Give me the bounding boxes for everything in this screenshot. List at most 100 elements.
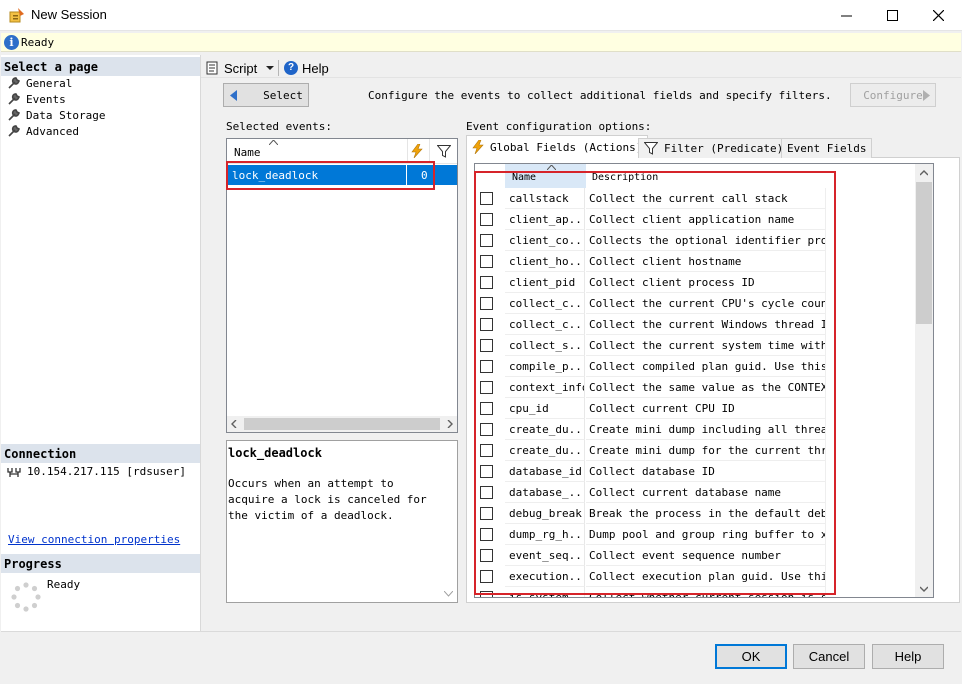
scrollbar-thumb[interactable] xyxy=(916,182,932,324)
close-icon xyxy=(932,10,944,21)
minimize-button[interactable] xyxy=(823,0,869,31)
action-description: Collect the same value as the CONTEX... xyxy=(586,377,826,398)
table-row[interactable]: debug_break Break the process in the defa… xyxy=(475,503,915,524)
action-checkbox[interactable] xyxy=(480,192,493,205)
tab-filter-predicate[interactable]: Filter (Predicate) xyxy=(638,138,790,158)
select-button[interactable]: Select xyxy=(223,83,309,107)
scroll-down-icon[interactable] xyxy=(920,586,928,592)
lightning-icon xyxy=(472,140,484,154)
scroll-up-icon[interactable] xyxy=(920,170,928,176)
action-description: Collect database ID xyxy=(586,461,826,482)
maximize-button[interactable] xyxy=(869,0,915,31)
table-row[interactable]: client_pid Collect client process ID xyxy=(475,272,915,293)
wrench-icon xyxy=(8,125,20,137)
action-checkbox[interactable] xyxy=(480,591,493,597)
action-name: create_du... xyxy=(505,440,585,461)
action-description: Collect current database name xyxy=(586,482,826,503)
actions-grid-header: Name Description xyxy=(475,164,915,188)
toolbar-help-button[interactable]: ? Help xyxy=(284,59,329,77)
wrench-icon xyxy=(8,77,20,89)
script-button[interactable]: Script xyxy=(205,59,276,77)
scroll-down-icon[interactable] xyxy=(444,591,453,597)
scrollbar-thumb[interactable] xyxy=(244,418,440,430)
configure-label: Configure xyxy=(863,88,923,102)
script-label: Script xyxy=(224,60,258,76)
action-checkbox[interactable] xyxy=(480,507,493,520)
horizontal-scrollbar[interactable] xyxy=(227,416,457,432)
action-checkbox[interactable] xyxy=(480,549,493,562)
window-title: New Session xyxy=(31,7,107,22)
table-row[interactable]: client_ho... Collect client hostname xyxy=(475,251,915,272)
page-events[interactable]: Events xyxy=(8,91,66,107)
table-row[interactable]: dump_rg_h... Dump pool and group ring buf… xyxy=(475,524,915,545)
tab-event-fields[interactable]: Event Fields xyxy=(781,138,873,158)
view-connection-properties-link[interactable]: View connection properties xyxy=(8,533,180,546)
action-checkbox[interactable] xyxy=(480,234,493,247)
action-checkbox[interactable] xyxy=(480,423,493,436)
lightning-icon[interactable] xyxy=(411,144,423,158)
table-row[interactable]: client_ap... Collect client application n… xyxy=(475,209,915,230)
action-description: Collect compiled plan guid. Use this... xyxy=(586,356,826,377)
action-checkbox[interactable] xyxy=(480,360,493,373)
table-row[interactable]: collect_c... Collect the current CPU's cy… xyxy=(475,293,915,314)
action-checkbox[interactable] xyxy=(480,465,493,478)
action-name: database_id xyxy=(505,461,585,482)
action-checkbox[interactable] xyxy=(480,213,493,226)
tab-label: Filter (Predicate) xyxy=(664,142,784,155)
table-row[interactable]: context_info Collect the same value as th… xyxy=(475,377,915,398)
cancel-button[interactable]: Cancel xyxy=(793,644,865,669)
table-row[interactable]: create_du... Create mini dump including a… xyxy=(475,419,915,440)
action-checkbox[interactable] xyxy=(480,381,493,394)
action-name: collect_s... xyxy=(505,335,585,356)
action-checkbox[interactable] xyxy=(480,444,493,457)
table-row[interactable]: execution... Collect execution plan guid.… xyxy=(475,566,915,587)
action-checkbox[interactable] xyxy=(480,402,493,415)
action-checkbox[interactable] xyxy=(480,297,493,310)
ok-button[interactable]: OK xyxy=(715,644,787,669)
tab-global-fields[interactable]: Global Fields (Actions) xyxy=(466,135,649,158)
table-row[interactable]: callstack Collect the current call stack xyxy=(475,188,915,209)
table-row[interactable]: is_system Collect whether current session… xyxy=(475,587,915,597)
table-row[interactable]: create_du... Create mini dump for the cur… xyxy=(475,440,915,461)
action-name: dump_rg_h... xyxy=(505,524,585,545)
table-row[interactable]: cpu_id Collect current CPU ID xyxy=(475,398,915,419)
vertical-scrollbar[interactable] xyxy=(915,164,933,597)
page-data-storage[interactable]: Data Storage xyxy=(8,107,105,123)
scroll-left-icon[interactable] xyxy=(231,420,237,428)
selected-events-label: Selected events: xyxy=(226,120,332,133)
action-checkbox[interactable] xyxy=(480,255,493,268)
selected-event-row[interactable]: lock_deadlock 0 xyxy=(228,165,457,185)
event-description-text: Occurs when an attempt to acquire a lock… xyxy=(228,477,427,522)
page-general[interactable]: General xyxy=(8,75,72,91)
table-row[interactable]: client_co... Collects the optional identi… xyxy=(475,230,915,251)
close-button[interactable] xyxy=(915,0,961,31)
action-description: Collect the current call stack xyxy=(586,188,826,209)
help-button[interactable]: Help xyxy=(872,644,944,669)
table-row[interactable]: collect_s... Collect the current system t… xyxy=(475,335,915,356)
table-row[interactable]: collect_c... Collect the current Windows … xyxy=(475,314,915,335)
connection-info: 10.154.217.115 [rdsuser] xyxy=(7,465,186,478)
dropdown-arrow-icon[interactable] xyxy=(264,63,276,73)
action-checkbox[interactable] xyxy=(480,276,493,289)
action-checkbox[interactable] xyxy=(480,486,493,499)
filter-icon[interactable] xyxy=(437,145,451,158)
bottom-divider xyxy=(1,631,961,632)
name-column-header[interactable]: Name xyxy=(505,164,586,188)
table-row[interactable]: database_... Collect current database nam… xyxy=(475,482,915,503)
page-advanced[interactable]: Advanced xyxy=(8,123,79,139)
name-column-header[interactable]: Name xyxy=(234,146,261,159)
description-column-header[interactable]: Description xyxy=(586,164,826,188)
scroll-right-icon[interactable] xyxy=(447,420,453,428)
status-bar: i Ready xyxy=(1,33,961,52)
table-row[interactable]: database_id Collect database ID xyxy=(475,461,915,482)
action-checkbox[interactable] xyxy=(480,318,493,331)
action-name: event_seq... xyxy=(505,545,585,566)
configure-button[interactable]: Configure xyxy=(850,83,936,107)
forward-arrow-icon xyxy=(923,90,930,101)
action-checkbox[interactable] xyxy=(480,570,493,583)
connection-header: Connection xyxy=(1,444,200,463)
table-row[interactable]: event_seq... Collect event sequence numbe… xyxy=(475,545,915,566)
table-row[interactable]: compile_p... Collect compiled plan guid. … xyxy=(475,356,915,377)
action-checkbox[interactable] xyxy=(480,339,493,352)
action-checkbox[interactable] xyxy=(480,528,493,541)
